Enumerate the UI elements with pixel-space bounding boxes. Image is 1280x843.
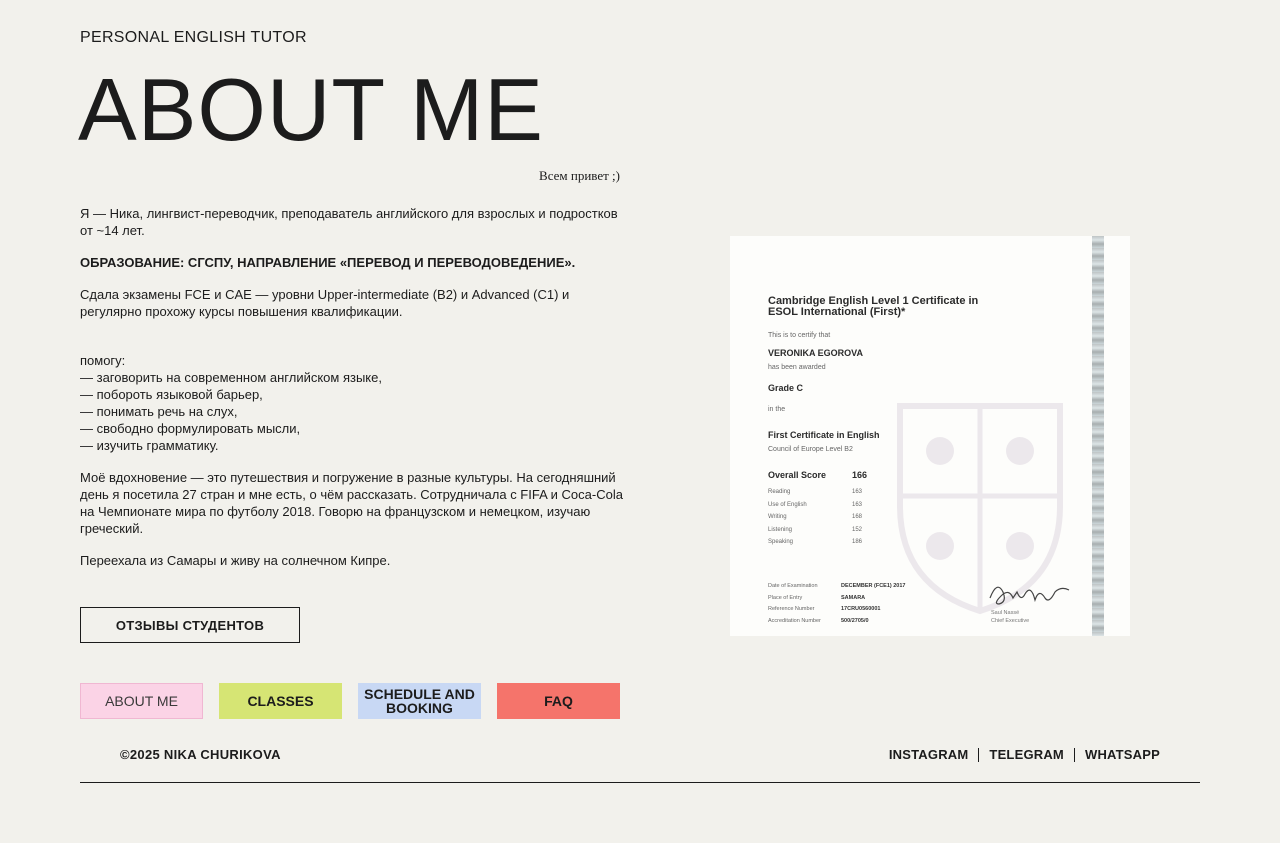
detail-label: Place of Entry — [768, 594, 803, 601]
certificate-image: Cambridge English Level 1 Certificate in… — [730, 236, 1130, 636]
greeting: Всем привет ;) — [539, 168, 620, 183]
footer-copyright: ©2025 NIKA CHURIKOVA — [120, 747, 281, 762]
separator — [1073, 747, 1075, 762]
detail-label: Date of Examination — [768, 583, 818, 589]
detail-value: 17CRU0560001 — [841, 606, 881, 612]
certificate-qualification: First Certificate in English — [768, 430, 880, 440]
score-value: 152 — [852, 526, 863, 533]
detail-value: 500/2705/0 — [841, 617, 869, 624]
whatsapp-link[interactable]: WHATSAPP — [1085, 747, 1160, 762]
social-links: INSTAGRAM TELEGRAM WHATSAPP — [889, 747, 1160, 762]
certificate-in-the: in the — [768, 406, 786, 413]
detail-value: SAMARA — [841, 594, 866, 601]
bio-relocation: Переехала из Самары и живу на солнечном … — [80, 553, 391, 568]
detail-value: DECEMBER (FCE1) 2017 — [841, 583, 906, 589]
bio-inspiration: Моё вдохновение — это путешествия и погр… — [80, 470, 623, 536]
certificate-heading: Cambridge English Level 1 Certificate in… — [768, 295, 979, 318]
bio-intro: Я — Ника, лингвист-переводчик, преподава… — [80, 206, 618, 238]
certificate-certify-text: This is to certify that — [768, 332, 831, 339]
nav-classes-button[interactable]: CLASSES — [219, 683, 342, 719]
bio-education: ОБРАЗОВАНИЕ: СГСПУ, НАПРАВЛЕНИЕ «ПЕРЕВОД… — [80, 255, 576, 270]
overall-score-value: 166 — [852, 470, 868, 480]
certificate-details: Date of Examination DECEMBER (FCE1) 2017 … — [768, 581, 906, 627]
separator — [978, 747, 980, 762]
score-label: Use of English — [768, 501, 807, 508]
score-value: 163 — [852, 501, 863, 508]
help-heading: помогу: — [80, 353, 126, 368]
telegram-link[interactable]: TELEGRAM — [989, 747, 1064, 762]
detail-label: Accreditation Number — [768, 617, 821, 624]
overall-score-label: Overall Score — [768, 470, 827, 480]
page-tagline: PERSONAL ENGLISH TUTOR — [80, 29, 307, 46]
footer-divider — [80, 782, 1200, 783]
certificate-awarded-text: has been awarded — [768, 364, 826, 371]
bio-help-list: помогу: — заговорить на современном англ… — [80, 352, 625, 454]
bio-text: Я — Ника, лингвист-переводчик, преподава… — [80, 205, 625, 584]
score-value: 168 — [852, 514, 863, 520]
nav-schedule-booking-button[interactable]: SCHEDULE AND BOOKING — [358, 683, 481, 719]
score-value: 163 — [852, 489, 863, 495]
certificate-level: Council of Europe Level B2 — [768, 446, 853, 453]
bio-exams: Сдала экзамены FCE и CAE — уровни Upper-… — [80, 287, 570, 319]
certificate-holder-name: VERONIKA EGOROVA — [768, 348, 864, 358]
nav-about-me-button[interactable]: ABOUT ME — [80, 683, 203, 719]
nav-faq-button[interactable]: FAQ — [497, 683, 620, 719]
score-label: Reading — [768, 489, 791, 495]
help-item: — изучить грамматику. — [80, 438, 219, 453]
score-table: Reading 163 Use of English 163 Writing 168 … — [768, 486, 862, 549]
signature-caption: Saul Nassé Chief Executive — [991, 609, 1029, 625]
score-label: Listening — [768, 526, 793, 533]
help-item: — заговорить на современном английском я… — [80, 370, 382, 385]
help-item: — свободно формулировать мысли, — [80, 421, 301, 436]
signature-icon — [989, 586, 1070, 605]
instagram-link[interactable]: INSTAGRAM — [889, 747, 969, 762]
help-item: — понимать речь на слух, — [80, 404, 238, 419]
score-label: Speaking — [768, 539, 794, 545]
certificate-grade: Grade C — [768, 383, 804, 393]
score-label: Writing — [768, 514, 787, 520]
help-item: — побороть языковой барьер, — [80, 387, 263, 402]
page-title: ABOUT ME — [78, 60, 545, 159]
detail-label: Reference Number — [768, 606, 815, 612]
signatory-name: Saul Nassé — [991, 610, 1020, 616]
security-strip — [1092, 236, 1104, 636]
student-reviews-button[interactable]: ОТЗЫВЫ СТУДЕНТОВ — [80, 607, 300, 643]
signatory-role: Chief Executive — [991, 618, 1030, 624]
score-value: 186 — [852, 539, 863, 545]
